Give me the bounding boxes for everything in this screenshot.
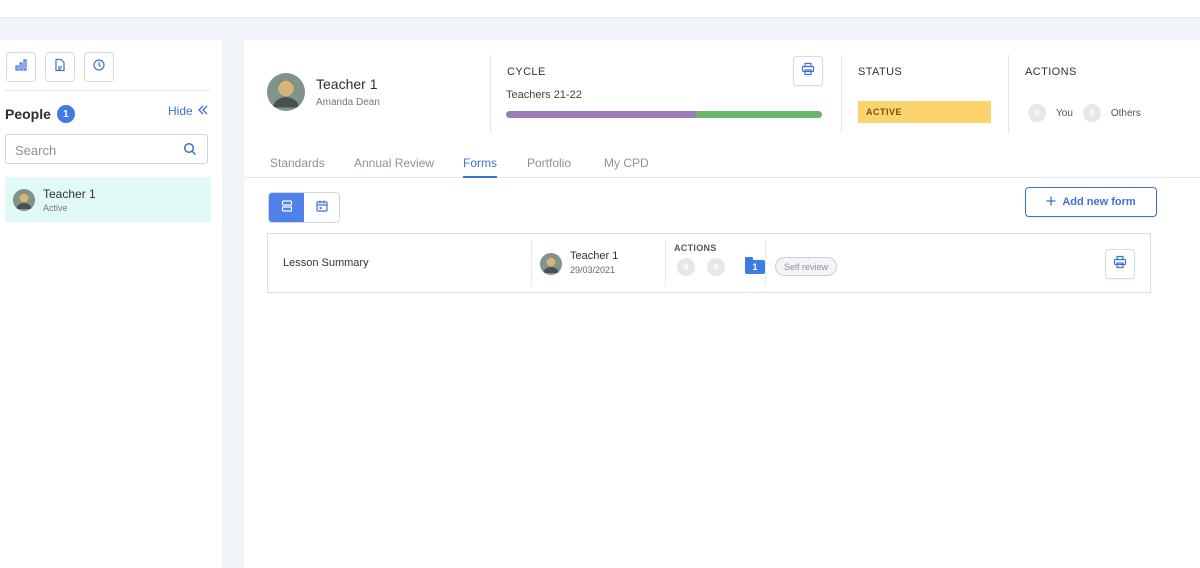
folder-count: 1 xyxy=(752,262,758,272)
profile-subtitle: Amanda Dean xyxy=(316,97,380,108)
status-badge: ACTIVE xyxy=(858,101,991,123)
list-view-icon xyxy=(280,199,294,218)
divider xyxy=(1008,55,1009,133)
progress-segment-elapsed xyxy=(506,111,696,118)
sidebar-toolbar xyxy=(6,52,114,82)
view-toggle xyxy=(268,192,340,223)
cycle-value: Teachers 21-22 xyxy=(506,89,582,101)
print-button[interactable] xyxy=(793,56,823,86)
person-status: Active xyxy=(43,202,68,213)
form-title: Lesson Summary xyxy=(283,257,369,269)
folder-icon[interactable]: 1 xyxy=(745,257,765,274)
tab-forms[interactable]: Forms xyxy=(463,155,497,178)
form-date: 29/03/2021 xyxy=(570,265,616,275)
add-new-form-label: Add new form xyxy=(1062,196,1136,208)
others-count-badge: 0 xyxy=(1082,104,1101,122)
others-label: Others xyxy=(1110,107,1141,119)
actions-summary: 0 You 0 Others xyxy=(1028,104,1141,122)
actions-label: ACTIONS xyxy=(1025,66,1077,78)
divider xyxy=(531,240,532,286)
divider xyxy=(841,55,842,133)
calendar-icon xyxy=(315,199,329,218)
hide-label: Hide xyxy=(168,104,193,118)
history-button[interactable] xyxy=(84,52,114,82)
divider xyxy=(665,240,666,286)
stats-button[interactable] xyxy=(6,52,36,82)
progress-segment-remaining xyxy=(695,111,822,118)
profile-name: Teacher 1 xyxy=(316,76,378,92)
tab-bar: Standards Annual Review Forms Portfolio … xyxy=(244,155,1200,178)
list-item-person[interactable]: Teacher 1 Active xyxy=(5,177,211,222)
divider xyxy=(765,240,766,286)
calendar-view-button[interactable] xyxy=(304,193,339,222)
sidebar: People 1 Hide Teacher 1 Active xyxy=(0,40,222,568)
form-actions-label: ACTIONS xyxy=(674,243,717,253)
avatar xyxy=(13,188,35,211)
profile-header: Teacher 1 Amanda Dean CYCLE Teachers 21-… xyxy=(244,40,1200,140)
document-icon xyxy=(53,58,67,77)
people-heading: People 1 xyxy=(5,105,75,123)
list-view-button[interactable] xyxy=(269,193,304,222)
printer-icon xyxy=(1113,255,1127,274)
hide-sidebar-link[interactable]: Hide xyxy=(168,104,208,118)
double-chevron-left-icon xyxy=(197,104,208,118)
people-count-badge: 1 xyxy=(56,105,75,123)
cycle-progress-bar xyxy=(506,111,822,118)
search-input[interactable] xyxy=(15,141,175,159)
action-count-badge: 0 xyxy=(707,258,725,276)
person-name: Teacher 1 xyxy=(43,186,96,201)
avatar xyxy=(267,73,305,111)
status-label: STATUS xyxy=(858,66,903,78)
tab-annual-review[interactable]: Annual Review xyxy=(354,155,434,178)
form-row[interactable]: Lesson Summary Teacher 1 29/03/2021 ACTI… xyxy=(267,233,1151,293)
search-field xyxy=(5,134,208,164)
main-panel: Teacher 1 Amanda Dean CYCLE Teachers 21-… xyxy=(244,40,1200,568)
form-print-button[interactable] xyxy=(1105,249,1135,279)
form-action-counts: 0 0 1 xyxy=(677,257,765,276)
avatar xyxy=(540,253,562,275)
you-label: You xyxy=(1056,107,1073,119)
top-bar xyxy=(0,0,1200,18)
tab-my-cpd[interactable]: My CPD xyxy=(604,155,649,178)
tab-standards[interactable]: Standards xyxy=(270,155,325,178)
review-type-badge: Self review xyxy=(775,257,838,276)
action-count-badge: 0 xyxy=(677,258,695,276)
plus-icon xyxy=(1046,196,1056,209)
clock-icon xyxy=(92,58,106,77)
cycle-label: CYCLE xyxy=(507,66,546,78)
divider xyxy=(490,55,491,133)
you-count-badge: 0 xyxy=(1028,104,1046,122)
form-teacher-name: Teacher 1 xyxy=(570,250,619,262)
tab-portfolio[interactable]: Portfolio xyxy=(527,155,571,178)
printer-icon xyxy=(801,62,815,81)
report-button[interactable] xyxy=(45,52,75,82)
sidebar-divider xyxy=(5,90,210,91)
bar-chart-icon xyxy=(14,58,28,77)
search-icon[interactable] xyxy=(183,142,197,161)
add-new-form-button[interactable]: Add new form xyxy=(1025,187,1157,217)
people-title: People xyxy=(5,106,51,122)
